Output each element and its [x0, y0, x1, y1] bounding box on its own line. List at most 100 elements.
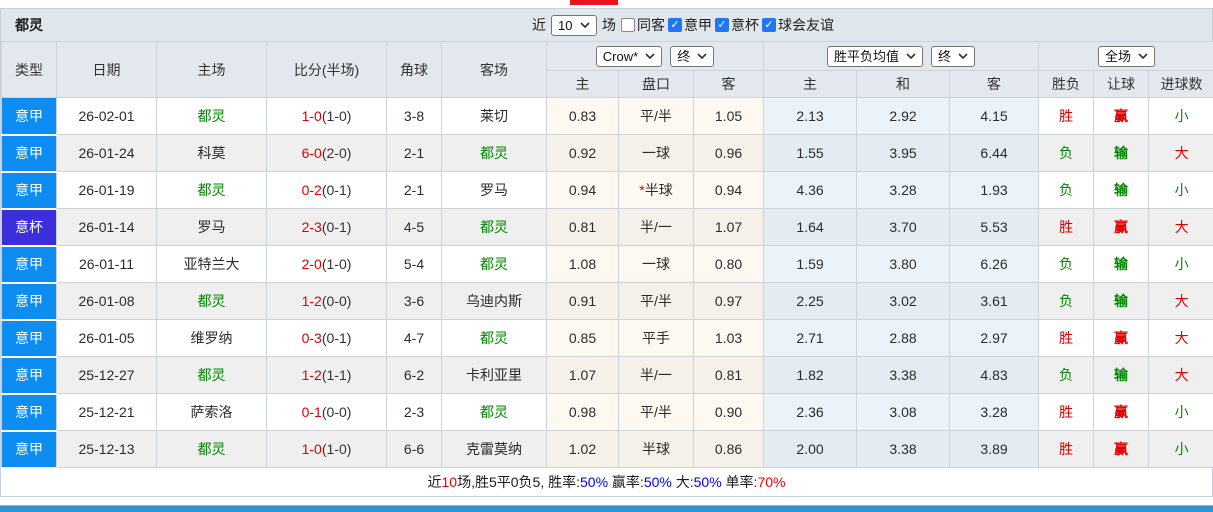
handicap-odds-away: 1.05 — [694, 98, 764, 135]
fulltime-score: 2-3 — [302, 219, 322, 235]
chevron-down-icon — [958, 53, 968, 59]
avg-draw-odds: 3.02 — [857, 283, 950, 320]
win-loss-result: 负 — [1039, 283, 1094, 320]
away-team: 罗马 — [442, 172, 547, 209]
table-row: 意甲 26-01-19 都灵 0-2(0-1) 2-1 罗马 0.94 *半球 … — [2, 172, 1213, 209]
col-header-away: 客场 — [442, 42, 547, 98]
halftime-score: (1-0) — [322, 256, 352, 272]
goals-result: 大 — [1149, 320, 1213, 357]
avg-away-odds: 6.44 — [950, 135, 1039, 172]
match-date: 25-12-13 — [57, 431, 157, 468]
handicap-text: 平/半 — [640, 293, 672, 309]
col-header-home: 主场 — [157, 42, 267, 98]
avg-home-odds: 1.55 — [764, 135, 857, 172]
match-date: 26-01-08 — [57, 283, 157, 320]
match-date: 25-12-27 — [57, 357, 157, 394]
handicap-line: 半/一 — [619, 357, 694, 394]
handicap-odds-away: 0.96 — [694, 135, 764, 172]
fulltime-score: 1-2 — [302, 367, 322, 383]
corner-count: 2-1 — [387, 135, 442, 172]
win-loss-result: 胜 — [1039, 394, 1094, 431]
goals-result: 小 — [1149, 172, 1213, 209]
checkbox-label: 意甲 — [684, 15, 712, 35]
avg-draw-odds: 3.70 — [857, 209, 950, 246]
chevron-down-icon — [697, 53, 707, 59]
goals-result: 大 — [1149, 357, 1213, 394]
handicap-odds-home: 1.02 — [547, 431, 619, 468]
away-team: 都灵 — [442, 246, 547, 283]
fulltime-score: 1-0 — [302, 441, 322, 457]
summary-segment: 70% — [757, 474, 785, 490]
avg-away-odds: 5.53 — [950, 209, 1039, 246]
table-row: 意甲 26-01-05 维罗纳 0-3(0-1) 4-7 都灵 0.85 平手 … — [2, 320, 1213, 357]
away-team: 都灵 — [442, 394, 547, 431]
handicap-odds-home: 0.91 — [547, 283, 619, 320]
checkbox-label: 球会友谊 — [778, 15, 834, 35]
league-badge: 意甲 — [2, 394, 57, 431]
filter-checkbox-group: ✓球会友谊 — [762, 15, 834, 35]
league-badge: 意甲 — [2, 172, 57, 209]
avg-draw-odds: 3.38 — [857, 357, 950, 394]
handicap-line: 平/半 — [619, 98, 694, 135]
avg-home-odds: 4.36 — [764, 172, 857, 209]
avg-draw-odds: 3.38 — [857, 431, 950, 468]
handicap-odds-home: 1.08 — [547, 246, 619, 283]
bookmaker-select[interactable]: Crow* — [596, 46, 662, 67]
fulltime-score: 6-0 — [302, 145, 322, 161]
handicap-result: 输 — [1094, 246, 1149, 283]
handicap-text: 平/半 — [640, 404, 672, 420]
halftime-score: (0-0) — [322, 293, 352, 309]
match-date: 26-01-05 — [57, 320, 157, 357]
checkbox-icon[interactable] — [621, 18, 635, 32]
match-count-select[interactable]: 10 — [551, 15, 597, 36]
halftime-score: (0-1) — [322, 182, 352, 198]
handicap-odds-away: 0.97 — [694, 283, 764, 320]
handicap-result: 输 — [1094, 172, 1149, 209]
handicap-result: 赢 — [1094, 209, 1149, 246]
handicap-odds-away: 0.81 — [694, 357, 764, 394]
summary-segment: 50% — [580, 474, 608, 490]
avg-home-odds: 1.64 — [764, 209, 857, 246]
avg-draw-odds: 3.80 — [857, 246, 950, 283]
avg-odds-select[interactable]: 胜平负均值 — [827, 46, 923, 67]
halftime-score: (1-0) — [322, 441, 352, 457]
avg-time-select-value: 终 — [938, 49, 951, 64]
score-cell: 1-0(1-0) — [267, 98, 387, 135]
goals-result: 小 — [1149, 394, 1213, 431]
avg-home-odds: 1.82 — [764, 357, 857, 394]
handicap-line: 平/半 — [619, 283, 694, 320]
away-team: 都灵 — [442, 135, 547, 172]
subcol-avg-away: 客 — [950, 71, 1039, 98]
odds-time-select[interactable]: 终 — [670, 46, 714, 67]
avg-away-odds: 3.61 — [950, 283, 1039, 320]
avg-draw-odds: 2.92 — [857, 98, 950, 135]
handicap-result: 输 — [1094, 135, 1149, 172]
handicap-result: 输 — [1094, 283, 1149, 320]
score-cell: 1-2(1-1) — [267, 357, 387, 394]
checkbox-icon[interactable]: ✓ — [668, 18, 682, 32]
matches-table: 类型 日期 主场 比分(半场) 角球 客场 Crow* 终 — [1, 41, 1213, 469]
halftime-score: (1-1) — [322, 367, 352, 383]
score-cell: 6-0(2-0) — [267, 135, 387, 172]
league-badge: 意甲 — [2, 135, 57, 172]
halftime-score: (2-0) — [322, 145, 352, 161]
avg-draw-odds: 2.88 — [857, 320, 950, 357]
checkbox-icon[interactable]: ✓ — [715, 18, 729, 32]
summary-segment: 大: — [672, 472, 694, 492]
handicap-result: 赢 — [1094, 394, 1149, 431]
subcol-odds-home: 主 — [547, 71, 619, 98]
avg-time-select[interactable]: 终 — [931, 46, 975, 67]
avg-draw-odds: 3.95 — [857, 135, 950, 172]
checkbox-icon[interactable]: ✓ — [762, 18, 776, 32]
subcol-handicap-result: 让球 — [1094, 71, 1149, 98]
odds-time-select-value: 终 — [677, 49, 690, 64]
period-select[interactable]: 全场 — [1098, 46, 1155, 67]
filter-checkbox-group: ✓意杯 — [715, 15, 759, 35]
goals-result: 小 — [1149, 98, 1213, 135]
handicap-odds-away: 0.90 — [694, 394, 764, 431]
fulltime-score: 1-0 — [302, 108, 322, 124]
handicap-line: 一球 — [619, 246, 694, 283]
table-row: 意甲 26-01-11 亚特兰大 2-0(1-0) 5-4 都灵 1.08 一球… — [2, 246, 1213, 283]
avg-away-odds: 4.15 — [950, 98, 1039, 135]
corner-count: 3-8 — [387, 98, 442, 135]
